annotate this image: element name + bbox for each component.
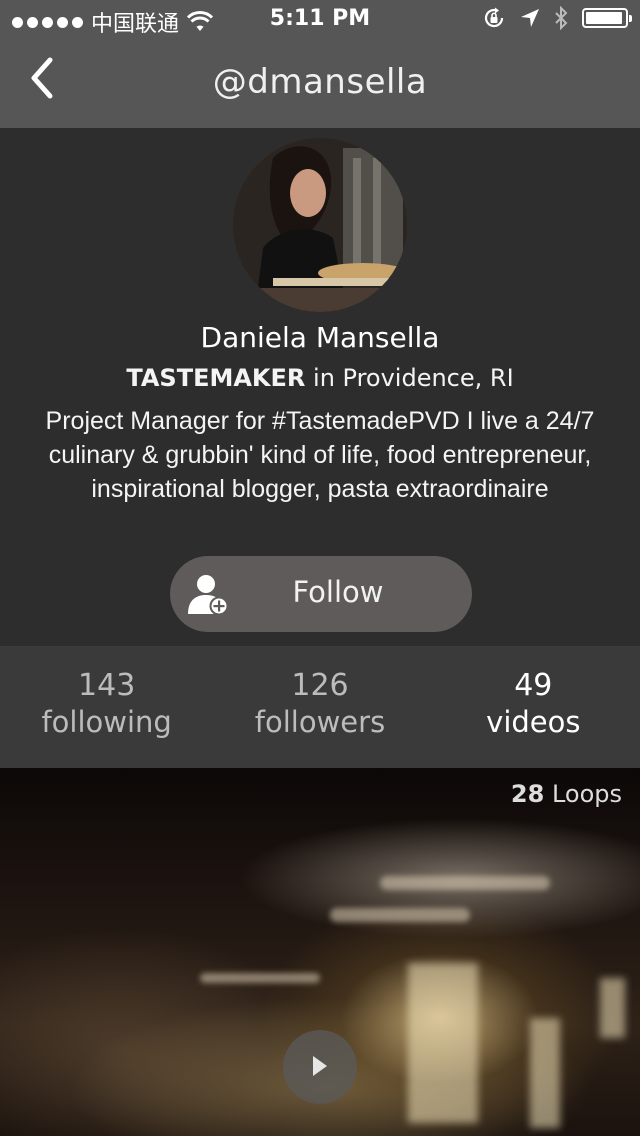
profile-screen: 中国联通 5:11 PM @dmansella Daniela Mansella…: [0, 0, 640, 1136]
profile-location: in Providence, RI: [305, 364, 514, 392]
follow-button[interactable]: Follow: [170, 556, 472, 632]
status-bar: 中国联通 5:11 PM: [0, 0, 640, 40]
video-light-beam: [200, 973, 320, 983]
role-badge: TASTEMAKER: [126, 364, 306, 392]
stat-value: 126: [291, 668, 349, 703]
video-light-area: [600, 978, 625, 1038]
video-light-beam: [330, 908, 470, 922]
navigation-bar: @dmansella: [0, 40, 640, 128]
status-right: [482, 6, 632, 30]
loops-number: 28: [510, 780, 545, 808]
profile-header: Daniela Mansella TASTEMAKER in Providenc…: [0, 128, 640, 646]
stat-following[interactable]: 143 following: [0, 646, 213, 768]
follow-label: Follow: [292, 575, 384, 609]
play-icon: [313, 1056, 327, 1076]
orientation-lock-icon: [484, 7, 504, 28]
avatar-photo: [233, 138, 407, 312]
profile-stats: 143 following 126 followers 49 videos: [0, 646, 640, 768]
video-player[interactable]: 28 Loops: [0, 768, 640, 1136]
avatar[interactable]: [233, 138, 407, 312]
video-light-area: [408, 963, 478, 1123]
stat-label: following: [41, 705, 172, 739]
stat-followers[interactable]: 126 followers: [213, 646, 426, 768]
battery-icon: [582, 8, 632, 28]
play-button[interactable]: [283, 1030, 357, 1104]
profile-name: Daniela Mansella: [200, 321, 440, 354]
battery-fill: [586, 12, 622, 24]
stat-value: 143: [78, 668, 136, 703]
video-light-beam: [380, 876, 550, 890]
stat-label: followers: [254, 705, 386, 739]
profile-bio: Project Manager for #TastemadePVD I live…: [45, 407, 595, 503]
profile-role: TASTEMAKER in Providence, RI: [0, 364, 640, 392]
loops-label: Loops: [544, 780, 622, 808]
stat-label: videos: [486, 705, 581, 739]
video-light-area: [530, 1018, 560, 1128]
location-arrow-icon: [521, 9, 539, 27]
top-bar: 中国联通 5:11 PM @dmansella: [0, 0, 640, 128]
page-title: @dmansella: [212, 62, 428, 102]
stat-value: 49: [514, 668, 553, 703]
bluetooth-icon: [555, 6, 568, 30]
loops-count: 28 Loops: [511, 780, 622, 808]
stat-videos[interactable]: 49 videos: [427, 646, 640, 768]
